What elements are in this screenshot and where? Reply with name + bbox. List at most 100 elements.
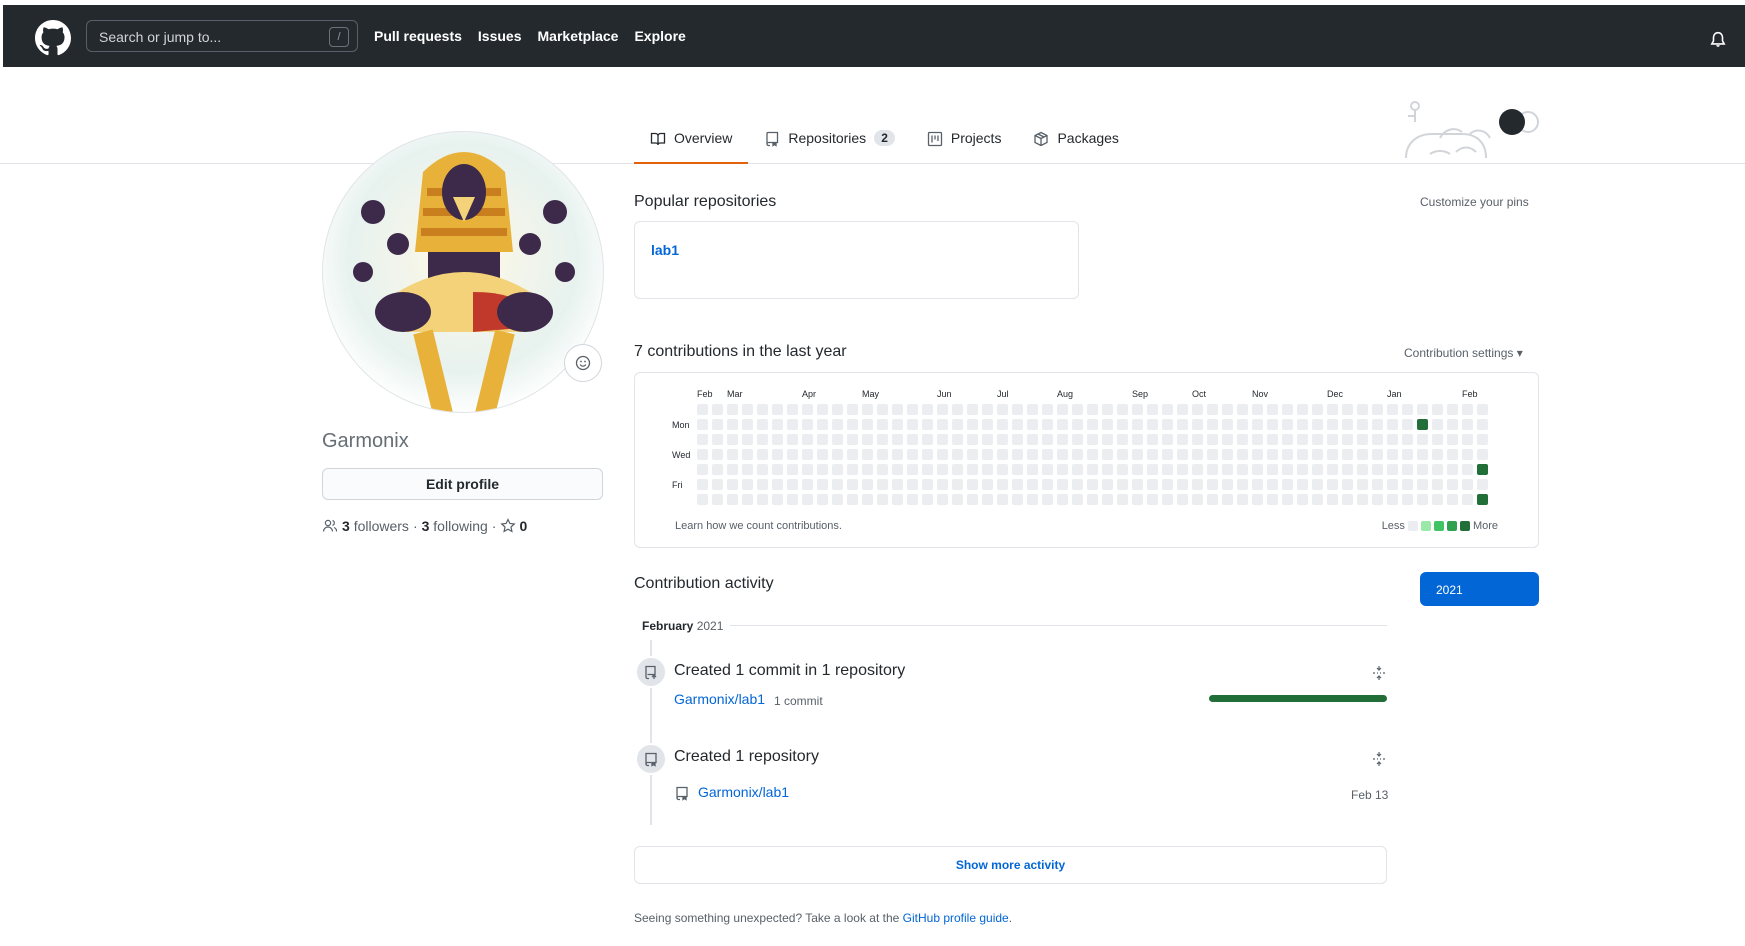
contribution-cell[interactable]	[742, 494, 753, 505]
contribution-cell[interactable]	[1252, 494, 1263, 505]
contribution-cell[interactable]	[1207, 479, 1218, 490]
contribution-cell[interactable]	[847, 419, 858, 430]
contribution-cell[interactable]	[1372, 419, 1383, 430]
contribution-cell[interactable]	[832, 494, 843, 505]
contribution-cell[interactable]	[1462, 494, 1473, 505]
contribution-cell[interactable]	[1387, 404, 1398, 415]
contribution-cell[interactable]	[817, 404, 828, 415]
contribution-cell[interactable]	[712, 464, 723, 475]
contribution-cell[interactable]	[1072, 494, 1083, 505]
contribution-cell[interactable]	[1222, 419, 1233, 430]
contribution-cell[interactable]	[1372, 494, 1383, 505]
contribution-cell-active[interactable]	[1477, 494, 1488, 505]
contribution-cell[interactable]	[1402, 479, 1413, 490]
contribution-cell[interactable]	[1462, 464, 1473, 475]
contribution-cell[interactable]	[1387, 419, 1398, 430]
contribution-cell[interactable]	[772, 419, 783, 430]
contribution-cell[interactable]	[1012, 449, 1023, 460]
contribution-cell[interactable]	[832, 419, 843, 430]
contribution-cell[interactable]	[1402, 434, 1413, 445]
contribution-cell[interactable]	[862, 449, 873, 460]
contribution-cell[interactable]	[922, 449, 933, 460]
contribution-cell[interactable]	[997, 494, 1008, 505]
contribution-cell[interactable]	[1072, 434, 1083, 445]
contribution-cell[interactable]	[1147, 494, 1158, 505]
contribution-cell[interactable]	[1207, 434, 1218, 445]
stars-link[interactable]: 0	[500, 518, 527, 534]
contribution-cell[interactable]	[727, 449, 738, 460]
contribution-cell[interactable]	[1297, 404, 1308, 415]
contribution-cell[interactable]	[1027, 494, 1038, 505]
contribution-cell[interactable]	[1447, 464, 1458, 475]
contribution-cell[interactable]	[1402, 404, 1413, 415]
search-input[interactable]: Search or jump to... /	[86, 20, 358, 52]
contribution-cell[interactable]	[1012, 419, 1023, 430]
contribution-cell[interactable]	[1117, 464, 1128, 475]
contribution-cell[interactable]	[1282, 494, 1293, 505]
contribution-cell[interactable]	[727, 434, 738, 445]
fold-icon[interactable]	[1371, 665, 1387, 681]
contribution-cell[interactable]	[1342, 404, 1353, 415]
nav-pull-requests[interactable]: Pull requests	[374, 28, 462, 44]
contribution-cell[interactable]	[1042, 464, 1053, 475]
contribution-cell[interactable]	[1312, 419, 1323, 430]
contribution-cell[interactable]	[697, 434, 708, 445]
contribution-cell[interactable]	[802, 419, 813, 430]
contribution-cell[interactable]	[982, 404, 993, 415]
contribution-cell[interactable]	[832, 464, 843, 475]
contribution-cell[interactable]	[967, 494, 978, 505]
contribution-cell[interactable]	[1312, 479, 1323, 490]
contribution-cell[interactable]	[1207, 404, 1218, 415]
contribution-cell[interactable]	[1267, 464, 1278, 475]
contribution-cell[interactable]	[1117, 404, 1128, 415]
contribution-cell[interactable]	[1327, 464, 1338, 475]
contribution-cell[interactable]	[1192, 419, 1203, 430]
contribution-cell[interactable]	[1177, 404, 1188, 415]
contribution-cell[interactable]	[1102, 479, 1113, 490]
contribution-cell[interactable]	[1297, 479, 1308, 490]
contribution-cell[interactable]	[1147, 404, 1158, 415]
contribution-cell[interactable]	[1042, 434, 1053, 445]
contribution-cell[interactable]	[1102, 449, 1113, 460]
contribution-cell[interactable]	[1072, 449, 1083, 460]
contribution-cell[interactable]	[1222, 479, 1233, 490]
contribution-cell[interactable]	[772, 404, 783, 415]
contribution-cell[interactable]	[862, 404, 873, 415]
contribution-cell[interactable]	[802, 494, 813, 505]
contribution-cell[interactable]	[1177, 479, 1188, 490]
contribution-cell[interactable]	[1327, 479, 1338, 490]
contribution-cell[interactable]	[892, 434, 903, 445]
contribution-cell[interactable]	[952, 464, 963, 475]
contribution-cell[interactable]	[1267, 449, 1278, 460]
contribution-cell[interactable]	[1147, 449, 1158, 460]
contribution-cell[interactable]	[1267, 419, 1278, 430]
contribution-cell[interactable]	[1102, 419, 1113, 430]
contribution-cell[interactable]	[1252, 419, 1263, 430]
contribution-cell[interactable]	[712, 494, 723, 505]
contribution-cell[interactable]	[1012, 494, 1023, 505]
nav-issues[interactable]: Issues	[478, 28, 522, 44]
contribution-cell[interactable]	[907, 449, 918, 460]
contribution-cell[interactable]	[1057, 479, 1068, 490]
contribution-cell[interactable]	[952, 419, 963, 430]
profile-avatar[interactable]	[322, 131, 604, 413]
contribution-cell[interactable]	[1057, 464, 1068, 475]
contribution-cell[interactable]	[1372, 449, 1383, 460]
contribution-cell[interactable]	[1162, 479, 1173, 490]
contribution-cell[interactable]	[1072, 479, 1083, 490]
contribution-cell[interactable]	[1057, 419, 1068, 430]
contribution-cell[interactable]	[1282, 449, 1293, 460]
contribution-cell[interactable]	[1012, 464, 1023, 475]
contribution-cell[interactable]	[982, 419, 993, 430]
contribution-cell[interactable]	[1417, 479, 1428, 490]
contribution-cell[interactable]	[817, 449, 828, 460]
contribution-cell[interactable]	[697, 419, 708, 430]
followers-link[interactable]: 3 followers	[342, 518, 409, 534]
contribution-cell[interactable]	[1012, 404, 1023, 415]
contribution-cell[interactable]	[982, 449, 993, 460]
contribution-cell[interactable]	[1132, 419, 1143, 430]
contribution-cell[interactable]	[1327, 419, 1338, 430]
contribution-cell[interactable]	[1462, 434, 1473, 445]
contribution-cell[interactable]	[1387, 434, 1398, 445]
contribution-cell[interactable]	[697, 494, 708, 505]
